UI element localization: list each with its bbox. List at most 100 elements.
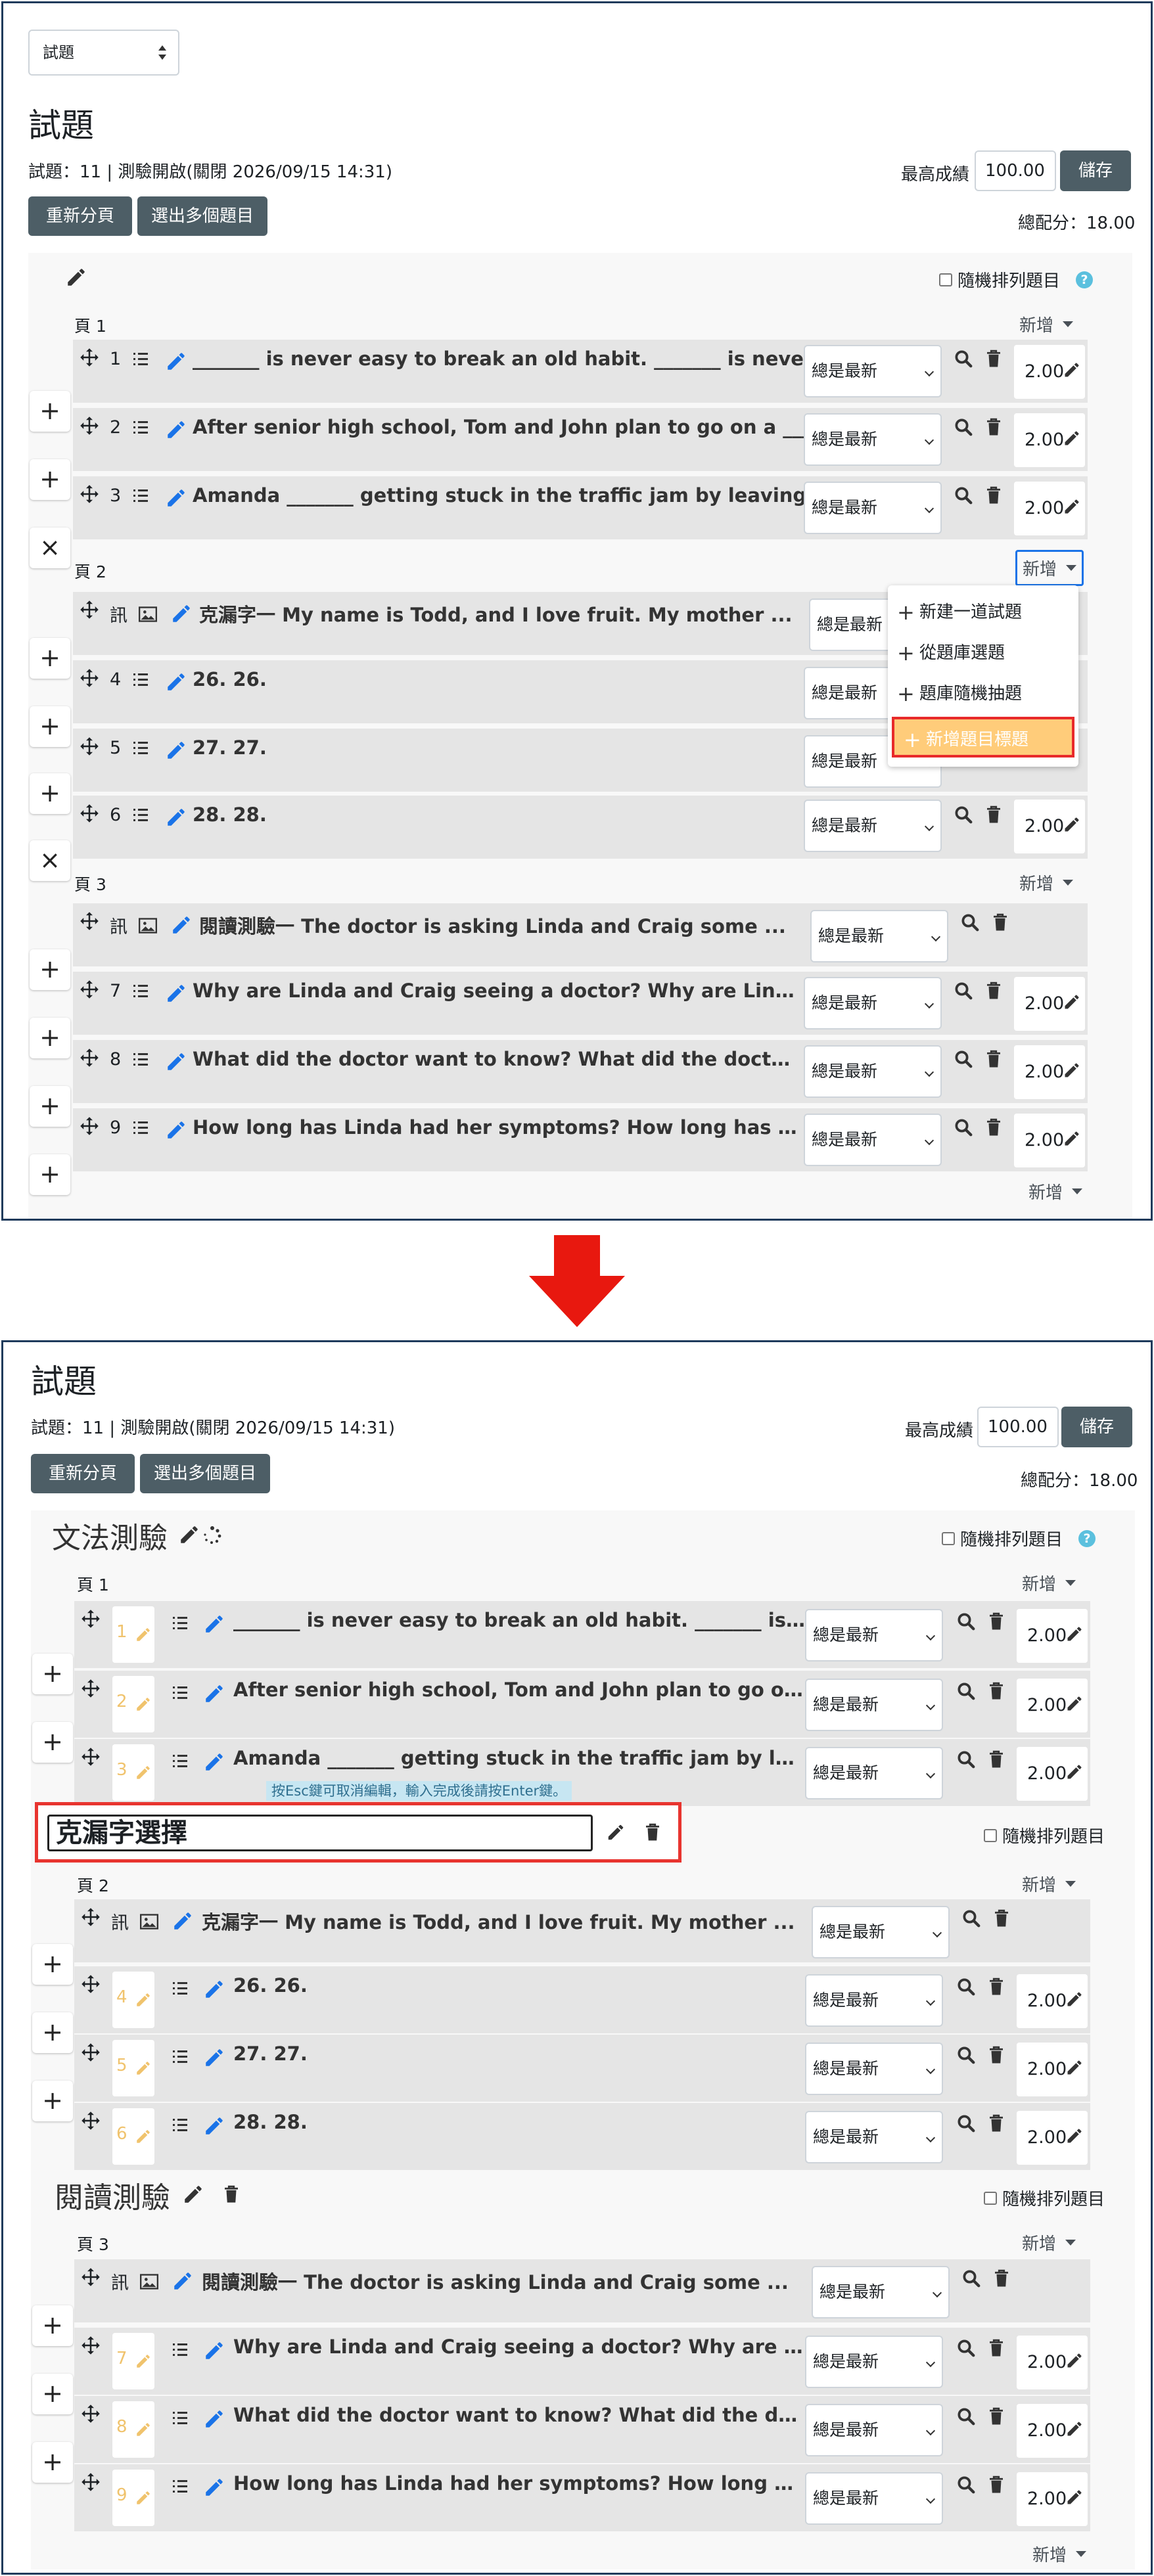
add-page-break-button[interactable]: + [30,459,70,500]
move-icon[interactable] [81,1609,101,1629]
delete-trash-icon[interactable] [988,1681,1005,1701]
delete-trash-icon[interactable] [985,805,1002,825]
edit-number-pencil-icon[interactable] [135,2128,152,2145]
question-text[interactable]: Why are Linda and Craig seeing a doctor?… [193,980,800,1002]
edit-question-pencil-icon[interactable] [165,671,187,693]
edit-mark-pencil-icon[interactable] [1063,1061,1081,1079]
save-button[interactable]: 儲存 [1060,150,1131,191]
edit-mark-pencil-icon[interactable] [1065,1625,1084,1643]
add-menu-open[interactable]: 新增 [1015,550,1084,586]
edit-question-pencil-icon[interactable] [172,1910,194,1932]
move-icon[interactable] [81,1974,101,1994]
move-icon[interactable] [80,980,99,999]
mark-field[interactable]: 2.00 [1017,1679,1088,1732]
description-text[interactable]: 閱讀測驗一 The doctor is asking Linda and Cra… [199,911,804,939]
description-text[interactable]: 克漏字一 My name is Todd, and I love fruit. … [199,600,804,627]
edit-question-pencil-icon[interactable] [170,914,193,936]
edit-question-pencil-icon[interactable] [203,1978,225,2000]
edit-number-pencil-icon[interactable] [135,2489,152,2506]
question-bank-select[interactable]: 試題 [28,30,179,76]
question-text[interactable]: How long has Linda had her symptoms? How… [233,2472,805,2495]
question-text[interactable]: 26. 26. [193,668,784,690]
move-icon[interactable] [80,348,99,367]
edit-mark-pencil-icon[interactable] [1063,361,1081,379]
delete-trash-icon[interactable] [993,1909,1010,1928]
version-select[interactable]: 總是最新 [812,2266,950,2318]
delete-trash-icon[interactable] [988,1612,1005,1631]
version-select[interactable]: 總是最新 [805,2043,943,2095]
edit-question-pencil-icon[interactable] [203,1751,225,1773]
move-icon[interactable] [80,600,99,620]
edit-mark-pencil-icon[interactable] [1065,2058,1084,2077]
preview-magnifier-icon[interactable] [954,805,973,825]
add-menu[interactable]: 新增 [1019,870,1074,895]
question-text[interactable]: 28. 28. [193,803,784,826]
question-text[interactable]: After senior high school, Tom and John p… [193,416,865,438]
question-number-box[interactable]: 1 [112,1606,154,1663]
move-icon[interactable] [80,668,99,688]
edit-question-pencil-icon[interactable] [203,2046,225,2069]
delete-trash-icon[interactable] [985,1118,1002,1137]
remove-page-break-button[interactable]: × [30,840,70,881]
delete-trash-icon[interactable] [988,2113,1005,2133]
mark-field[interactable]: 2.00 [1014,413,1085,467]
edit-mark-pencil-icon[interactable] [1063,497,1081,516]
version-select[interactable]: 總是最新 [805,2472,943,2525]
move-icon[interactable] [80,1116,99,1136]
version-select[interactable]: 總是最新 [805,1747,943,1799]
delete-trash-icon[interactable] [985,1049,1002,1069]
edit-number-pencil-icon[interactable] [135,2421,152,2438]
preview-magnifier-icon[interactable] [954,349,973,369]
question-number-box[interactable]: 6 [112,2108,154,2165]
mark-field[interactable]: 2.00 [1014,482,1085,535]
question-number-box[interactable]: 3 [112,1744,154,1801]
add-menu[interactable]: 新增 [1022,1872,1076,1896]
question-text[interactable]: Amanda _______ getting stuck in the traf… [233,1747,805,1769]
preview-magnifier-icon[interactable] [956,2113,976,2133]
max-grade-input[interactable]: 100.00 [975,150,1056,191]
move-icon[interactable] [80,416,99,436]
version-select[interactable]: 總是最新 [805,2111,943,2163]
add-page-break-button[interactable]: + [32,1722,73,1763]
edit-question-pencil-icon[interactable] [165,982,187,1005]
mark-field[interactable]: 2.00 [1017,2336,1088,2389]
shuffle-option[interactable]: 隨機排列題目 ? [942,1526,1096,1550]
shuffle-checkbox[interactable] [984,2191,997,2205]
delete-trash-icon[interactable] [992,913,1009,932]
version-select[interactable]: 總是最新 [804,413,942,466]
mark-field[interactable]: 2.00 [1017,1609,1088,1663]
move-icon[interactable] [81,2111,101,2131]
shuffle-option[interactable]: 隨機排列題目 [984,2186,1105,2210]
add-menu[interactable]: 新增 [1022,1571,1076,1595]
edit-section-pencil-icon[interactable] [178,1524,200,1546]
help-icon[interactable]: ? [1076,271,1094,288]
move-icon[interactable] [81,1907,101,1927]
move-icon[interactable] [81,2336,101,2355]
delete-trash-icon[interactable] [988,2045,1005,2065]
move-icon[interactable] [81,1679,101,1698]
edit-question-pencil-icon[interactable] [165,1051,187,1073]
remove-page-break-button[interactable]: × [30,528,70,568]
preview-magnifier-icon[interactable] [956,2338,976,2358]
question-number-box[interactable]: 4 [112,1972,154,2028]
mark-field[interactable]: 2.00 [1017,2472,1088,2526]
delete-section-trash-icon[interactable] [644,1822,661,1842]
mark-field[interactable]: 2.00 [1017,2111,1088,2165]
mark-field[interactable]: 2.00 [1014,800,1085,853]
edit-question-pencil-icon[interactable] [170,602,193,625]
preview-magnifier-icon[interactable] [954,1049,973,1069]
add-page-break-button[interactable]: + [30,1086,70,1127]
edit-question-pencil-icon[interactable] [165,739,187,761]
edit-section-pencil-icon[interactable] [182,2183,204,2205]
version-select[interactable]: 總是最新 [804,482,942,534]
edit-number-pencil-icon[interactable] [135,1626,152,1643]
preview-magnifier-icon[interactable] [954,981,973,1001]
question-number-box[interactable]: 5 [112,2040,154,2096]
edit-mark-pencil-icon[interactable] [1063,1129,1081,1148]
edit-number-pencil-icon[interactable] [135,2353,152,2370]
version-select[interactable]: 總是最新 [812,1906,950,1958]
shuffle-checkbox[interactable] [942,1531,955,1545]
shuffle-checkbox[interactable] [984,1828,997,1842]
edit-mark-pencil-icon[interactable] [1063,429,1081,447]
select-multiple-button[interactable]: 選出多個題目 [140,1454,270,1493]
